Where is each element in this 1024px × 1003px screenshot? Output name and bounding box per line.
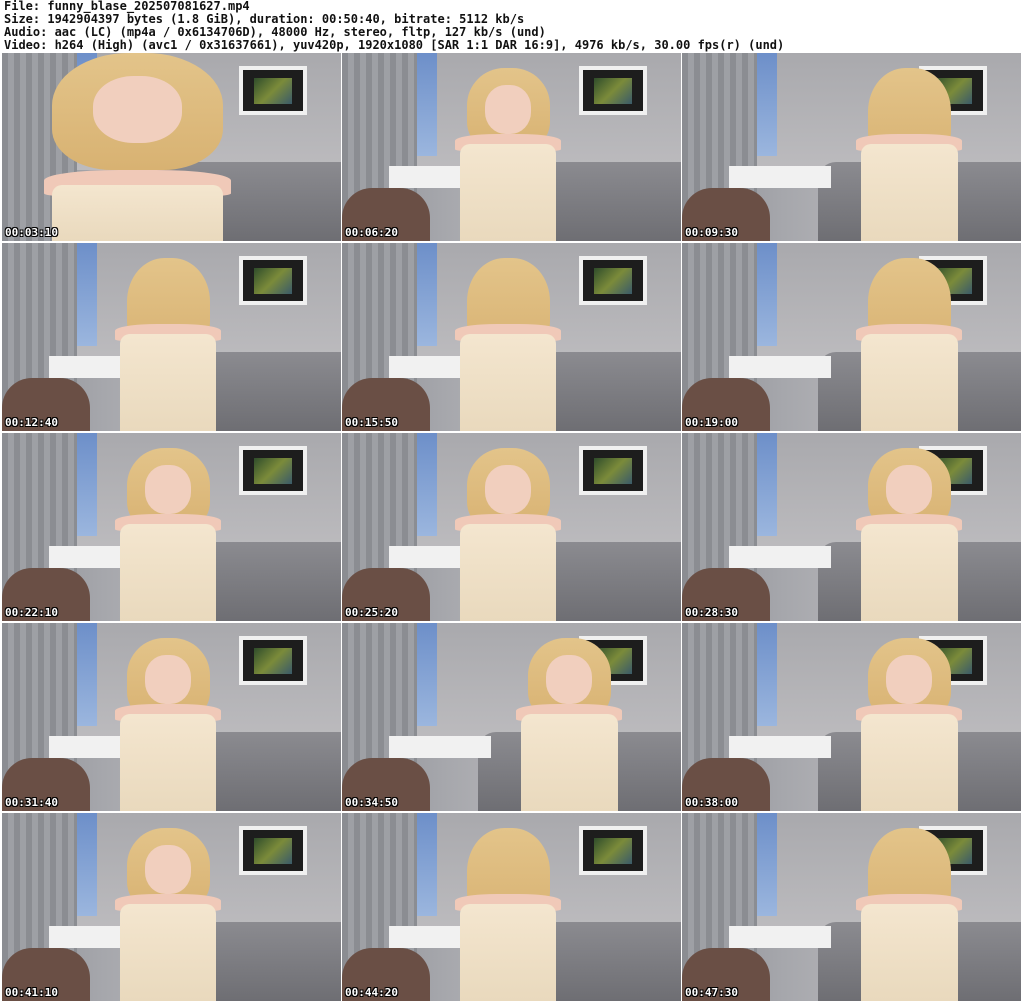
file-name-line: File: funny_blase_202507081627.mp4 xyxy=(4,0,250,13)
person-figure xyxy=(450,258,565,431)
thumbnail-frame[interactable]: 00:34:50 xyxy=(342,623,681,811)
thumbnail-frame[interactable]: 00:15:50 xyxy=(342,243,681,431)
thumbnail-frame[interactable]: 00:44:20 xyxy=(342,813,681,1001)
thumbnail-frame[interactable]: 00:06:20 xyxy=(342,53,681,241)
thumbnail-frame[interactable]: 00:19:00 xyxy=(682,243,1021,431)
thumbnail-frame[interactable]: 00:41:10 xyxy=(2,813,341,1001)
audio-info-line: Audio: aac (LC) (mp4a / 0x6134706D), 480… xyxy=(4,26,546,39)
thumbnail-frame[interactable]: 00:09:30 xyxy=(682,53,1021,241)
file-size-line: Size: 1942904397 bytes (1.8 GiB), durati… xyxy=(4,13,525,26)
thumbnail-grid: 00:03:10 00:06:20 00:09:30 00:12:40 00:1… xyxy=(2,53,1022,1003)
thumbnail-frame[interactable]: 00:47:30 xyxy=(682,813,1021,1001)
timestamp-label: 00:22:10 xyxy=(5,606,58,619)
timestamp-label: 00:34:50 xyxy=(345,796,398,809)
thumbnail-frame[interactable]: 00:31:40 xyxy=(2,623,341,811)
thumbnail-frame[interactable]: 00:25:20 xyxy=(342,433,681,621)
person-figure xyxy=(852,258,967,431)
timestamp-label: 00:38:00 xyxy=(685,796,738,809)
person-figure xyxy=(110,448,225,621)
person-figure xyxy=(852,828,967,1001)
timestamp-label: 00:47:30 xyxy=(685,986,738,999)
timestamp-label: 00:12:40 xyxy=(5,416,58,429)
video-info-line: Video: h264 (High) (avc1 / 0x31637661), … xyxy=(4,39,785,52)
thumbnail-frame[interactable]: 00:03:10 xyxy=(2,53,341,241)
person-figure xyxy=(450,68,565,241)
timestamp-label: 00:15:50 xyxy=(345,416,398,429)
thumbnail-frame[interactable]: 00:22:10 xyxy=(2,433,341,621)
person-figure xyxy=(36,53,239,241)
person-figure xyxy=(450,448,565,621)
timestamp-label: 00:25:20 xyxy=(345,606,398,619)
thumbnail-frame[interactable]: 00:38:00 xyxy=(682,623,1021,811)
person-figure xyxy=(512,638,627,811)
thumbnail-frame[interactable]: 00:12:40 xyxy=(2,243,341,431)
timestamp-label: 00:09:30 xyxy=(685,226,738,239)
person-figure xyxy=(852,448,967,621)
person-figure xyxy=(110,638,225,811)
thumbnail-frame[interactable]: 00:28:30 xyxy=(682,433,1021,621)
timestamp-label: 00:31:40 xyxy=(5,796,58,809)
file-info-header: File: funny_blase_202507081627.mp4 Size:… xyxy=(4,0,1020,52)
timestamp-label: 00:44:20 xyxy=(345,986,398,999)
person-figure xyxy=(852,638,967,811)
timestamp-label: 00:41:10 xyxy=(5,986,58,999)
timestamp-label: 00:03:10 xyxy=(5,226,58,239)
timestamp-label: 00:19:00 xyxy=(685,416,738,429)
person-figure xyxy=(110,828,225,1001)
person-figure xyxy=(852,68,967,241)
timestamp-label: 00:28:30 xyxy=(685,606,738,619)
person-figure xyxy=(450,828,565,1001)
timestamp-label: 00:06:20 xyxy=(345,226,398,239)
person-figure xyxy=(110,258,225,431)
